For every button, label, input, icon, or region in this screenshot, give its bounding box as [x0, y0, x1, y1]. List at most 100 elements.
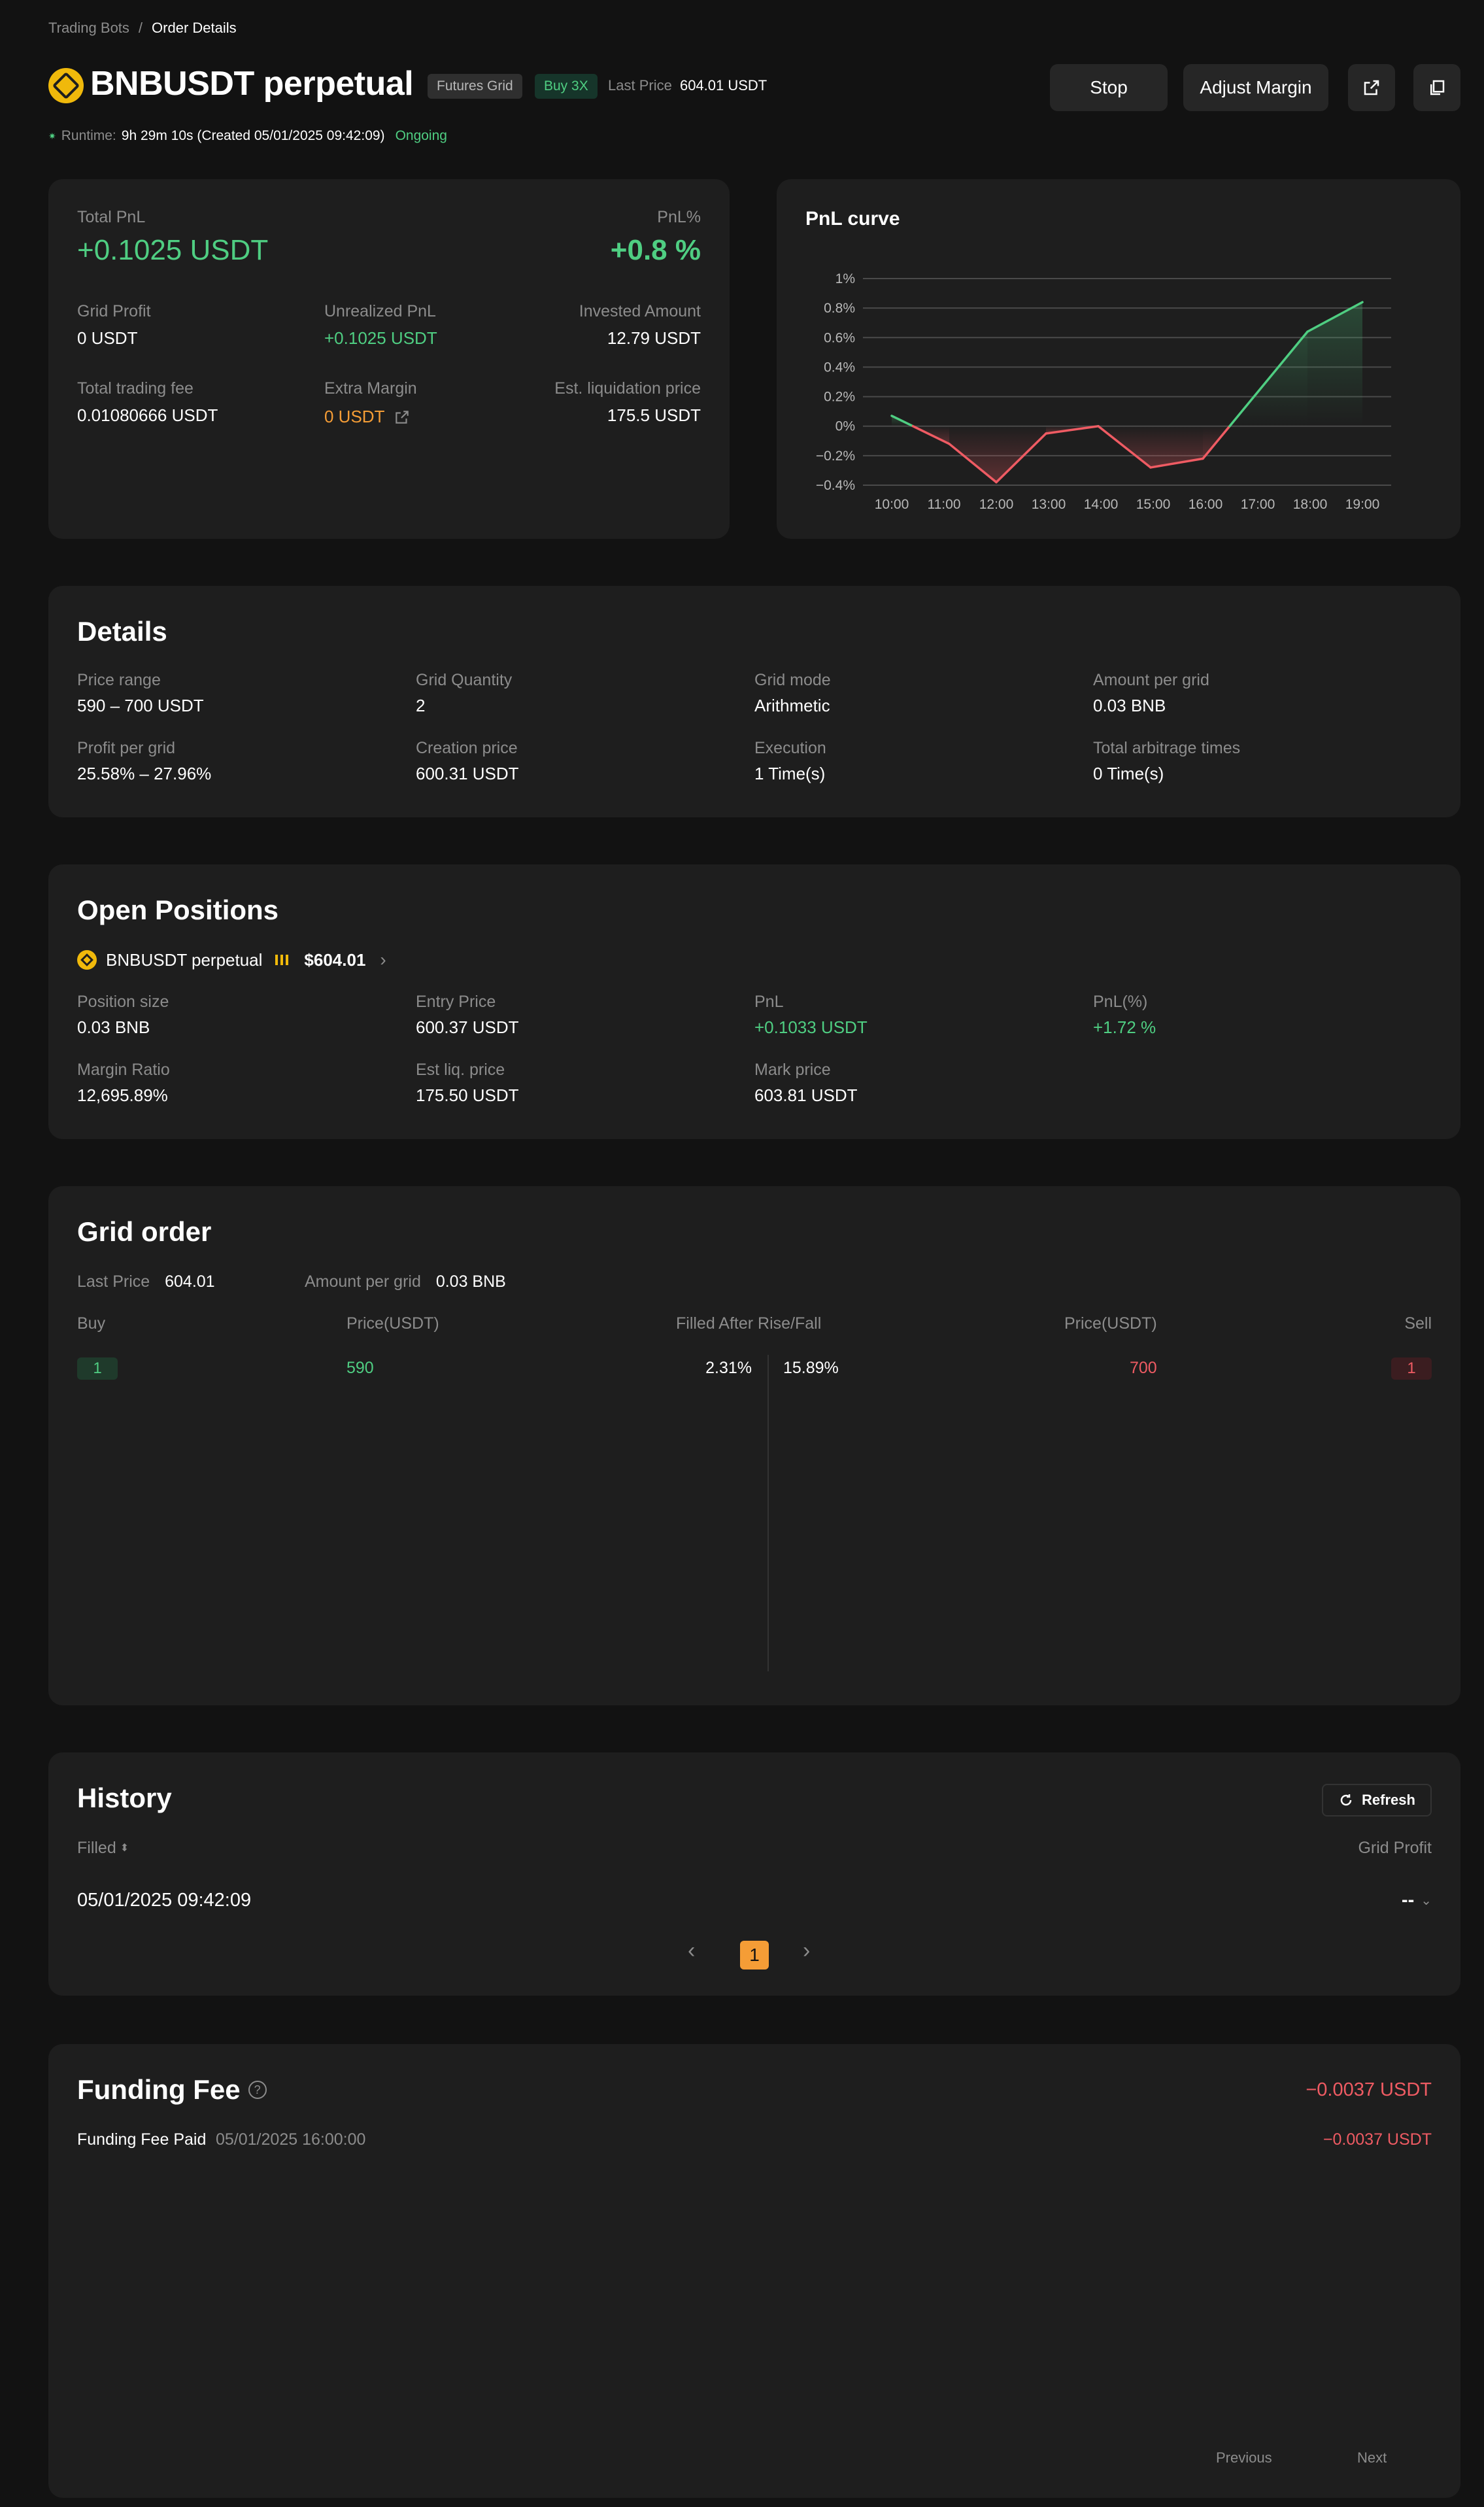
- refresh-button[interactable]: Refresh: [1322, 1784, 1432, 1816]
- grid-amount-value: 0.03 BNB: [435, 1272, 506, 1291]
- details-grid-label: Creation price: [416, 739, 518, 757]
- total-pnl-value: +0.1025 USDT: [77, 234, 269, 266]
- extra-margin-row: 0 USDT: [324, 407, 411, 427]
- share-button[interactable]: [1348, 64, 1395, 111]
- positions-grid-value: 0.03 BNB: [77, 1017, 150, 1037]
- x-tick-label: 10:00: [875, 497, 909, 512]
- history-row-profit[interactable]: -- ⌄: [1402, 1890, 1432, 1911]
- filled-sort-header[interactable]: Filled ⬍: [77, 1839, 129, 1858]
- history-title: History: [77, 1782, 172, 1813]
- details-grid-label: Grid Quantity: [416, 671, 513, 689]
- x-tick-label: 19:00: [1345, 497, 1380, 512]
- breadcrumb-separator: /: [138, 20, 143, 36]
- grid-amount-label: Amount per grid: [305, 1272, 421, 1291]
- y-tick-label: −0.2%: [816, 449, 855, 464]
- positions-grid-value: 175.50 USDT: [416, 1085, 519, 1105]
- details-grid-label: Profit per grid: [77, 739, 176, 757]
- last-price-label: Last Price: [608, 77, 672, 94]
- trading-fee-value: 0.01080666 USDT: [77, 405, 218, 425]
- futures-grid-tag: Futures Grid: [428, 74, 522, 99]
- extra-margin-value: 0 USDT: [324, 407, 385, 426]
- unrealized-pnl-label: Unrealized PnL: [324, 302, 436, 320]
- status-badge: Ongoing: [395, 128, 447, 143]
- positions-grid-label: Mark price: [754, 1061, 831, 1079]
- history-grid-profit-label: Grid Profit: [1358, 1839, 1432, 1857]
- positions-grid-label: PnL(%): [1093, 993, 1148, 1011]
- unrealized-pnl-value: +0.1025 USDT: [324, 328, 437, 348]
- y-tick-label: 1%: [835, 271, 855, 286]
- buy-price: 590: [346, 1359, 374, 1377]
- positions-grid-label: Entry Price: [416, 993, 496, 1011]
- x-tick-label: 18:00: [1293, 497, 1328, 512]
- x-tick-label: 17:00: [1241, 497, 1275, 512]
- col-price-sell: Price(USDT): [1064, 1314, 1157, 1333]
- bnb-coin-icon: [48, 68, 84, 103]
- funding-fee-card: Funding Fee ? −0.0037 USDT Funding Fee P…: [48, 2044, 1460, 2498]
- details-grid-value: 25.58% – 27.96%: [77, 764, 212, 783]
- positions-grid-label: PnL: [754, 993, 784, 1011]
- refresh-icon: [1340, 1794, 1352, 1806]
- details-grid-label: Total arbitrage times: [1093, 739, 1241, 757]
- y-tick-label: 0.6%: [824, 330, 855, 345]
- funding-row-date: 05/01/2025 16:00:00: [216, 2130, 366, 2149]
- details-grid-value: Arithmetic: [754, 696, 830, 715]
- funding-title: Funding Fee: [77, 2074, 241, 2105]
- prev-page-icon[interactable]: ‹: [688, 1938, 695, 1964]
- funding-total: −0.0037 USDT: [1306, 2079, 1432, 2100]
- previous-button[interactable]: Previous: [1216, 2449, 1272, 2466]
- details-grid-value: 600.31 USDT: [416, 764, 519, 783]
- next-button[interactable]: Next: [1357, 2449, 1387, 2466]
- details-title: Details: [77, 616, 167, 647]
- pnl-curve-chart: 1% 0.8% 0.6% 0.4% 0.2% 0% −0.2% −0.4% 10:00 11:00…: [816, 271, 1391, 512]
- grid-amount: Amount per grid 0.03 BNB: [305, 1272, 506, 1291]
- funding-row-label: Funding Fee Paid: [77, 2130, 207, 2149]
- col-buy: Buy: [77, 1314, 106, 1333]
- chevron-right-icon: ›: [380, 949, 386, 970]
- page-1-button[interactable]: 1: [740, 1941, 769, 1970]
- y-tick-label: 0.8%: [824, 301, 855, 316]
- next-page-icon[interactable]: ›: [803, 1938, 810, 1964]
- positions-grid-value: +0.1033 USDT: [754, 1017, 868, 1037]
- positions-grid-label: Margin Ratio: [77, 1061, 170, 1079]
- page-title: BNBUSDT perpetual: [90, 65, 414, 103]
- edit-margin-icon[interactable]: [394, 409, 411, 426]
- funding-row-value: −0.0037 USDT: [1323, 2130, 1432, 2149]
- open-positions-title: Open Positions: [77, 895, 279, 925]
- position-symbol-row[interactable]: BNBUSDT perpetual $604.01 ›: [77, 949, 386, 970]
- copy-icon: [1430, 80, 1445, 95]
- history-row-date: 05/01/2025 09:42:09: [77, 1890, 252, 1911]
- help-icon[interactable]: ?: [248, 2081, 267, 2099]
- y-tick-label: 0.4%: [824, 360, 855, 375]
- invested-amount-value: 12.79 USDT: [607, 328, 701, 348]
- grid-last-price: Last Price 604.01: [77, 1272, 215, 1291]
- grid-order-title: Grid order: [77, 1216, 212, 1247]
- positions-grid-value: 603.81 USDT: [754, 1085, 858, 1105]
- buy-filled-pct: 2.31%: [705, 1359, 752, 1377]
- grid-profit-label: Grid Profit: [77, 302, 151, 320]
- y-tick-label: 0.2%: [824, 390, 855, 405]
- pnl-pct-value: +0.8 %: [610, 234, 701, 266]
- liquidation-price-label: Est. liquidation price: [554, 379, 701, 398]
- history-row-profit-value: --: [1401, 1890, 1415, 1911]
- runtime-row: ✷ Runtime: 9h 29m 10s (Created 05/01/202…: [48, 128, 447, 144]
- grid-divider: [767, 1355, 769, 1671]
- extra-margin-label: Extra Margin: [324, 379, 417, 398]
- x-tick-label: 15:00: [1136, 497, 1171, 512]
- refresh-label: Refresh: [1362, 1792, 1415, 1808]
- breadcrumb-trading-bots[interactable]: Trading Bots: [48, 20, 129, 37]
- pnl-area-segment: [1151, 426, 1203, 468]
- positions-grid-value: 12,695.89%: [77, 1085, 168, 1105]
- total-pnl-label: Total PnL: [77, 208, 146, 226]
- y-tick-label: −0.4%: [816, 478, 855, 493]
- details-grid-value: 0.03 BNB: [1093, 696, 1166, 715]
- stop-button[interactable]: Stop: [1050, 64, 1168, 111]
- adjust-margin-button[interactable]: Adjust Margin: [1183, 64, 1328, 111]
- runtime-spark-icon: ✷: [48, 130, 56, 141]
- positions-grid-value: 600.37 USDT: [416, 1017, 519, 1037]
- copy-button[interactable]: [1413, 64, 1460, 111]
- sell-filled-pct: 15.89%: [783, 1359, 839, 1377]
- funding-title-row: Funding Fee ?: [77, 2074, 267, 2106]
- liquidation-price-value: 175.5 USDT: [607, 405, 701, 425]
- breadcrumb-current: Order Details: [152, 20, 237, 36]
- pnl-summary-card: Total PnL +0.1025 USDT PnL% +0.8 % Grid …: [48, 179, 730, 539]
